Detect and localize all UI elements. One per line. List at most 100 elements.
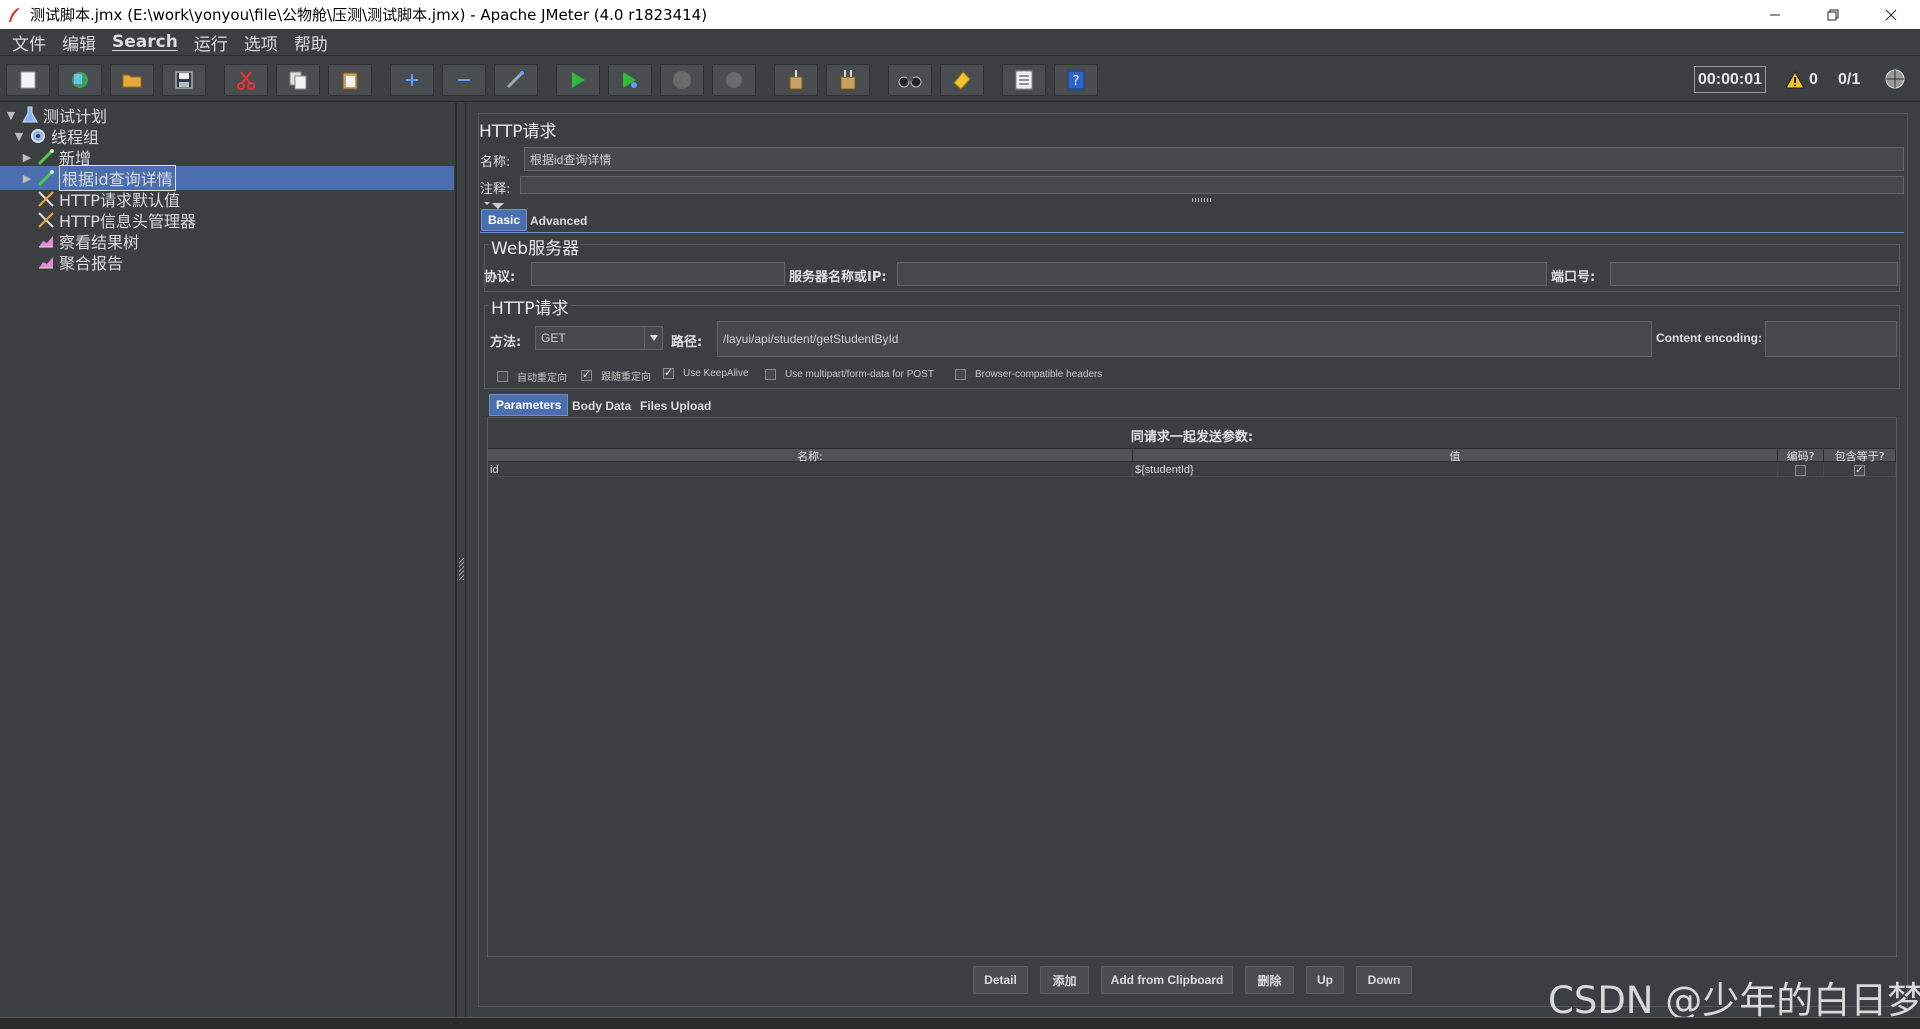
menu-help[interactable]: 帮助 (292, 30, 330, 55)
param-value-cell[interactable]: ${studentId} (1135, 463, 1778, 477)
param-include-equals-cell[interactable]: ✓ (1824, 463, 1896, 477)
dropdown-arrow-icon[interactable] (644, 327, 662, 349)
param-encode-cell[interactable] (1778, 463, 1824, 477)
templates-icon (72, 72, 88, 88)
collapse-arrow-icon[interactable]: ▼ (4, 109, 18, 122)
tab-parameters[interactable]: Parameters (489, 394, 569, 416)
down-button[interactable]: Down (1356, 966, 1412, 994)
paste-button[interactable] (328, 64, 372, 96)
option-keepalive[interactable]: ✓ Use KeepAlive (663, 368, 749, 379)
close-window-button[interactable] (1862, 0, 1920, 29)
expand-all-button[interactable] (390, 64, 434, 96)
collapse-arrow-icon[interactable]: ▼ (12, 130, 26, 143)
tree-item-label: 聚合报告 (59, 254, 124, 273)
option-label: Use multipart/form-data for POST (785, 369, 934, 380)
menu-edit[interactable]: 编辑 (60, 30, 98, 55)
table-row[interactable]: id ${studentId} ✓ (488, 463, 1896, 477)
option-label: Browser-compatible headers (975, 369, 1103, 380)
open-button[interactable] (110, 64, 154, 96)
menu-file[interactable]: 文件 (10, 30, 48, 55)
collapse-all-button[interactable] (442, 64, 486, 96)
start-no-pauses-button[interactable] (608, 64, 652, 96)
port-input[interactable] (1610, 262, 1898, 286)
option-follow-redirects[interactable]: ✓ 跟随重定向 (581, 368, 651, 383)
shutdown-icon (726, 72, 742, 88)
protocol-input[interactable] (531, 262, 785, 286)
content-encoding-input[interactable] (1765, 321, 1897, 357)
column-name[interactable]: 名称: (488, 449, 1133, 463)
copy-icon (289, 71, 307, 90)
tab-files-upload[interactable]: Files Upload (634, 395, 717, 417)
http-request-title: HTTP请求 (489, 294, 571, 319)
title-bar: 测试脚本.jmx (E:\work\yonyou\file\公物舱\压测\测试脚… (0, 0, 1920, 29)
broom-icon (789, 70, 803, 90)
method-select[interactable]: GET (535, 326, 663, 350)
resize-grip-icon[interactable] (1192, 198, 1212, 202)
sampler-icon (36, 168, 56, 188)
warning-indicator[interactable]: 0 (1785, 67, 1818, 93)
list-icon (1015, 70, 1033, 90)
checkbox[interactable] (765, 369, 776, 380)
warning-icon (1785, 71, 1805, 89)
option-auto-redirect[interactable]: 自动重定向 (497, 369, 567, 384)
column-include-equals[interactable]: 包含等于? (1824, 449, 1896, 463)
name-label: 名称: (480, 155, 511, 170)
listener-icon (36, 252, 56, 272)
cut-button[interactable] (224, 64, 268, 96)
option-label: 自动重定向 (517, 373, 567, 384)
add-from-clipboard-button[interactable]: Add from Clipboard (1101, 966, 1233, 994)
path-input[interactable]: /layui/api/student/getStudentById (717, 321, 1652, 357)
expand-arrow-icon[interactable]: ▶ (20, 172, 34, 185)
clear-button[interactable] (774, 64, 818, 96)
option-multipart[interactable]: Use multipart/form-data for POST (765, 369, 934, 380)
method-value: GET (541, 331, 566, 345)
test-plan-icon (20, 105, 40, 125)
checkbox[interactable] (955, 369, 966, 380)
delete-button[interactable]: 删除 (1245, 966, 1294, 994)
name-input[interactable]: 根据id查询详情 (524, 147, 1904, 171)
checkbox[interactable] (497, 371, 508, 382)
save-button[interactable] (162, 64, 206, 96)
detail-button[interactable]: Detail (973, 966, 1028, 994)
tree-item-aggregate-report[interactable]: 聚合报告 (36, 250, 450, 274)
help-button[interactable]: ? (1054, 64, 1098, 96)
checkbox-checked[interactable]: ✓ (581, 370, 592, 381)
search-button[interactable] (888, 64, 932, 96)
column-encode[interactable]: 编码? (1778, 449, 1824, 463)
remote-globe-icon[interactable] (1884, 68, 1906, 94)
restore-button[interactable] (1804, 0, 1862, 29)
clear-all-icon (840, 70, 856, 90)
copy-button[interactable] (276, 64, 320, 96)
templates-button[interactable] (58, 64, 102, 96)
server-input[interactable] (897, 262, 1547, 286)
toggle-button[interactable] (494, 64, 538, 96)
shutdown-button[interactable] (712, 64, 756, 96)
function-helper-button[interactable] (1002, 64, 1046, 96)
expand-arrow-icon[interactable]: ▶ (20, 151, 34, 164)
clear-all-button[interactable] (826, 64, 870, 96)
new-button[interactable] (6, 64, 50, 96)
minimize-button[interactable] (1746, 0, 1804, 29)
content-encoding-label: Content encoding: (1656, 331, 1762, 345)
tab-body-data[interactable]: Body Data (566, 395, 637, 417)
checkbox-checked[interactable]: ✓ (1854, 464, 1865, 476)
up-button[interactable]: Up (1306, 966, 1344, 994)
add-button[interactable]: 添加 (1040, 966, 1089, 994)
menu-run[interactable]: 运行 (192, 30, 230, 55)
start-button[interactable] (556, 64, 600, 96)
scissors-icon (237, 71, 255, 90)
toggle-wand-icon (506, 71, 524, 89)
stop-button[interactable] (660, 64, 704, 96)
checkbox[interactable] (1795, 464, 1806, 476)
checkbox-checked[interactable]: ✓ (663, 368, 674, 379)
tab-basic[interactable]: Basic (481, 209, 528, 231)
tab-advanced[interactable]: Advanced (524, 210, 593, 232)
menu-search[interactable]: Search (110, 32, 180, 52)
option-browser-headers[interactable]: Browser-compatible headers (955, 369, 1102, 380)
pane-splitter[interactable] (456, 103, 466, 1017)
comment-input[interactable] (520, 176, 1904, 194)
param-name-cell[interactable]: id (490, 463, 1133, 477)
menu-options[interactable]: 选项 (242, 30, 280, 55)
column-value[interactable]: 值 (1133, 449, 1778, 463)
reset-search-button[interactable] (940, 64, 984, 96)
